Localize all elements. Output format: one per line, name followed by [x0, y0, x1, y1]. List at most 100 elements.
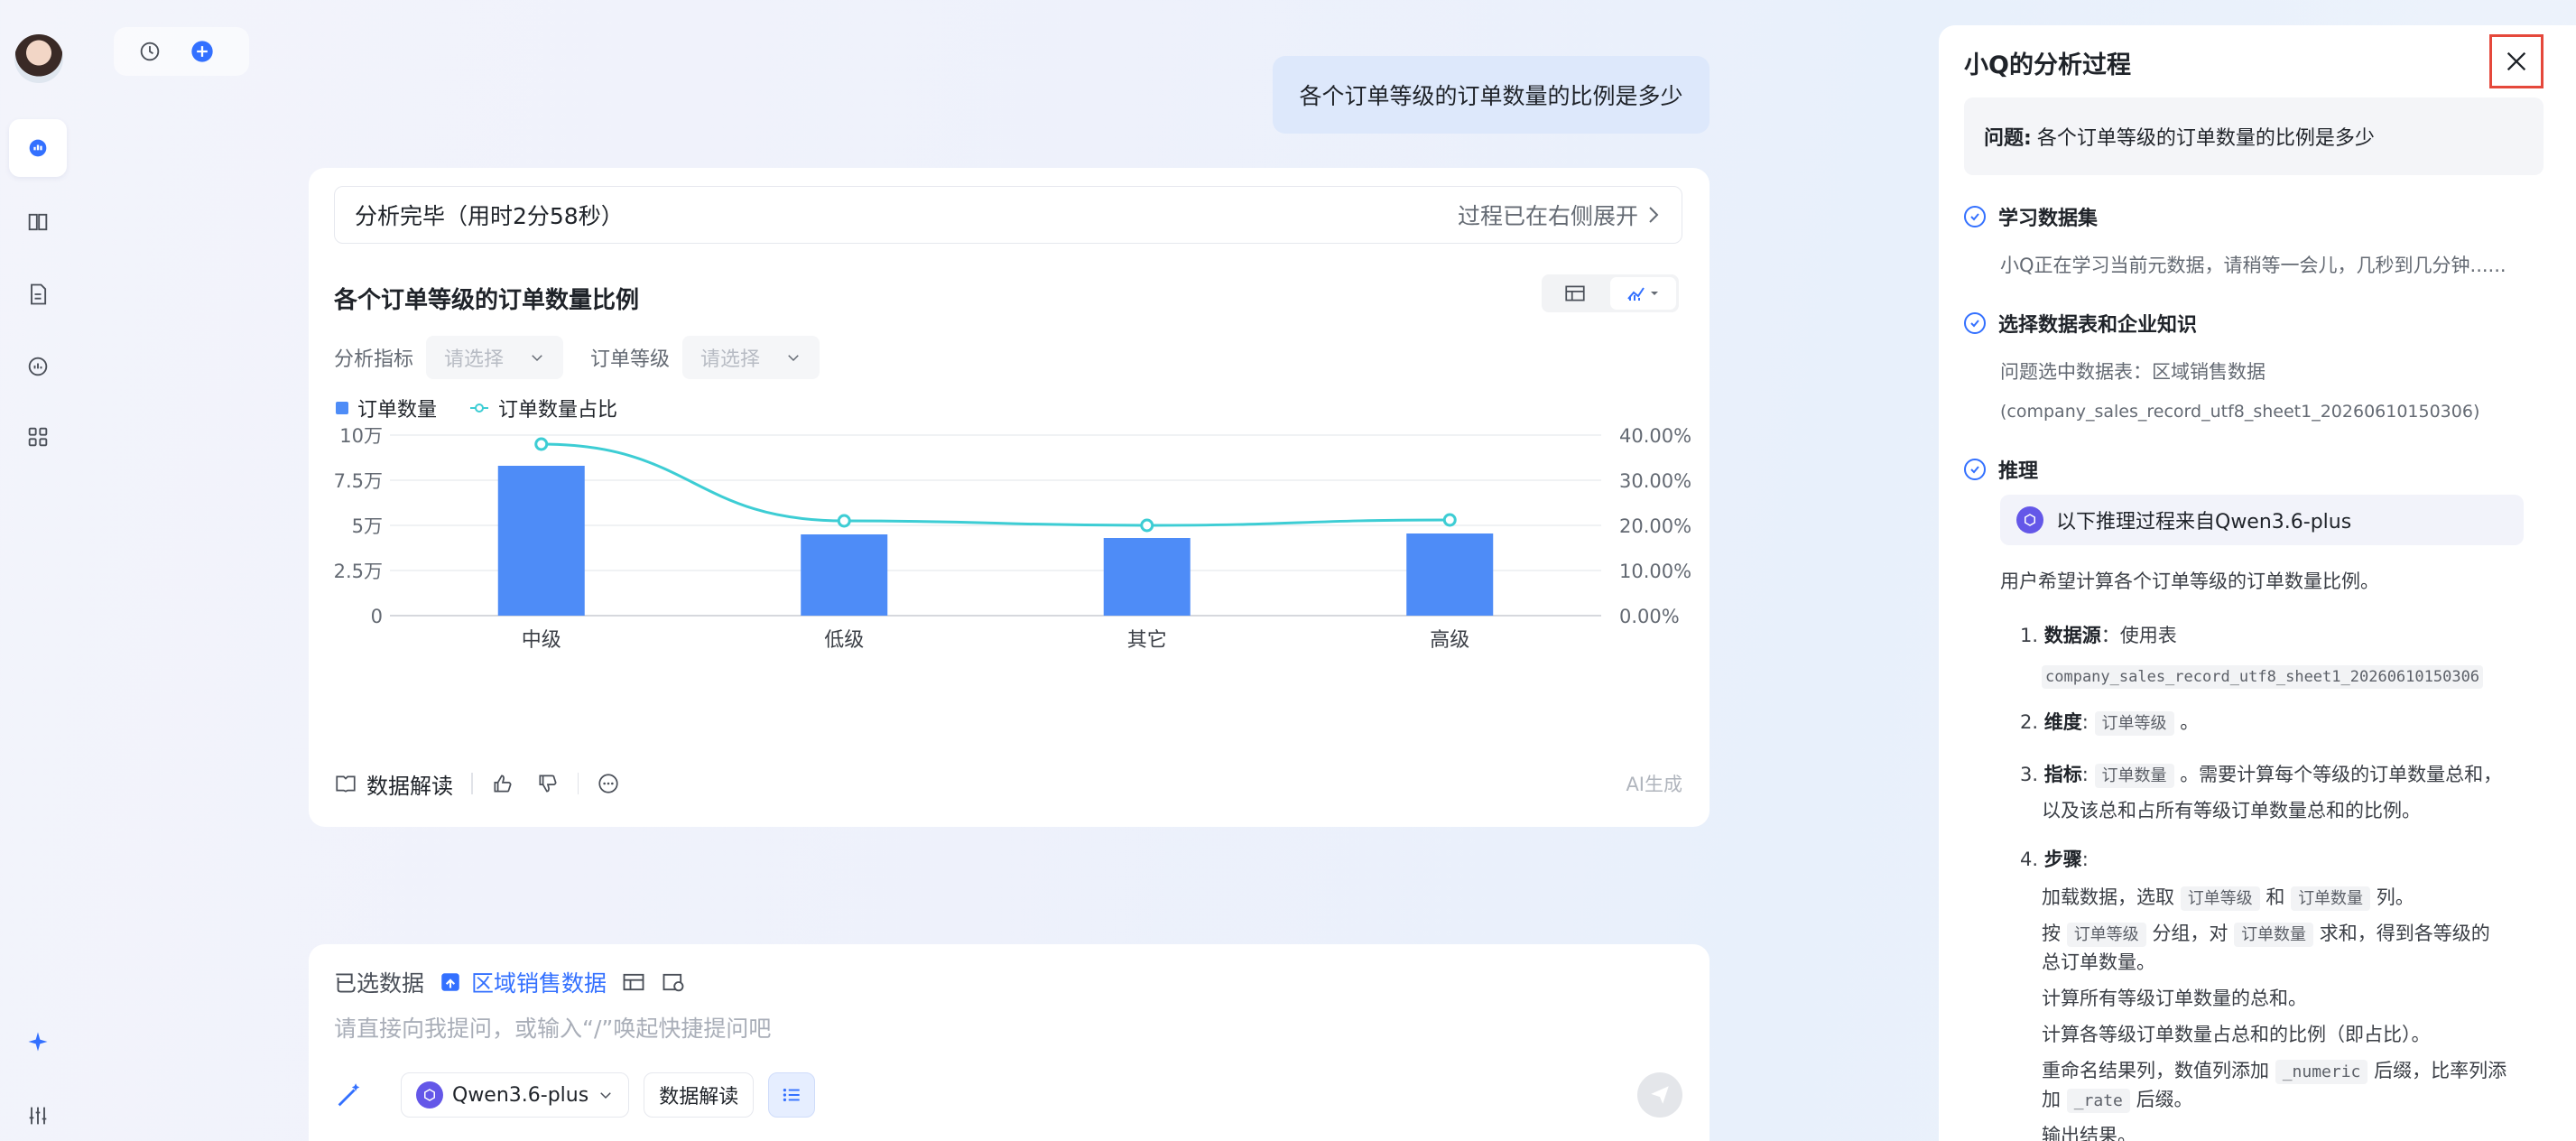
chat-nav-button[interactable]: [9, 119, 67, 177]
legend-item-bar[interactable]: 订单数量: [336, 394, 437, 422]
thumbs-down-icon[interactable]: [536, 772, 560, 795]
qwen-logo-icon: [2016, 506, 2043, 533]
thumbs-up-icon[interactable]: [491, 772, 514, 795]
avatar[interactable]: [14, 34, 63, 83]
interpret-button[interactable]: 数据解读: [334, 768, 453, 800]
reason-item-1-code: company_sales_record_utf8_sheet1_2026061…: [2042, 657, 2484, 695]
ai-sparkle-button[interactable]: [9, 1013, 67, 1071]
y-right-tick-label: 20.00%: [1619, 515, 1691, 537]
analysis-status-bar[interactable]: 分析完毕（用时2分58秒） 过程已在右侧展开: [334, 186, 1682, 244]
step-line: 计算所有等级订单数量的总和。: [2042, 988, 2307, 1009]
left-rail: [0, 0, 78, 1141]
top-toolbar: [114, 27, 249, 76]
apps-nav-button[interactable]: [9, 408, 67, 466]
model-source-chip: 以下推理过程来自Qwen3.6-plus: [2000, 495, 2524, 545]
panel-title: 小Q的分析过程: [1964, 51, 2131, 79]
view-toggle: [1542, 274, 1679, 312]
model-select[interactable]: Qwen3.6-plus: [401, 1072, 630, 1118]
chart-title: 各个订单等级的订单数量比例: [334, 287, 640, 314]
y-right-tick-label: 10.00%: [1619, 561, 1691, 582]
ratio-point-1: [837, 514, 851, 528]
step-title: 学习数据集: [1998, 208, 2099, 230]
model-name: Qwen3.6-plus: [452, 1083, 589, 1107]
step-body-line: 问题选中数据表：区域销售数据: [2000, 361, 2266, 383]
ratio-point-2: [1140, 518, 1154, 533]
source-chip-label: 以下推理过程来自Qwen3.6-plus: [2056, 511, 2352, 533]
book-open-icon: [336, 775, 356, 793]
check-icon: [1964, 459, 1986, 480]
legend-bar-label: 订单数量: [357, 399, 438, 422]
dataset-chip[interactable]: 区域销售数据: [439, 966, 607, 998]
bar-3: [1406, 533, 1494, 616]
qwen-logo-icon: [416, 1081, 443, 1109]
book-nav-button[interactable]: [9, 193, 67, 251]
composer-tools: Qwen3.6-plus 数据解读: [334, 1072, 816, 1118]
history-icon[interactable]: [137, 39, 162, 64]
step-body: 小Q正在学习当前元数据，请稍等一会儿，几秒到几分钟......: [2000, 255, 2507, 276]
analysis-panel: 小Q的分析过程 问题: 各个订单等级的订单数量的比例是多少 学习数据集 小Q正在…: [1939, 25, 2576, 1141]
y-right-tick-label: 0.00%: [1619, 606, 1680, 627]
user-message: 各个订单等级的订单数量的比例是多少: [1273, 56, 1710, 134]
process-link[interactable]: 过程已在右侧展开: [1458, 199, 1662, 231]
question-label: 问题:: [1984, 127, 2032, 150]
x-tick-label: 高级: [1430, 629, 1469, 652]
ratio-point-3: [1442, 513, 1457, 527]
magic-wand-icon[interactable]: [334, 1080, 365, 1110]
legend-line-label: 订单数量占比: [498, 399, 618, 422]
metric-filter-select[interactable]: 请选择: [426, 336, 564, 379]
dataset-icon: [441, 973, 459, 991]
apps-grid-icon: [28, 427, 48, 447]
card-footer: 数据解读 AI生成: [334, 764, 1682, 803]
metric-filter-label: 分析指标: [334, 348, 414, 371]
data-settings-icon[interactable]: [661, 969, 686, 995]
send-button[interactable]: [1637, 1072, 1682, 1118]
list-mode-button[interactable]: [768, 1072, 816, 1118]
data-table-icon[interactable]: [621, 969, 646, 995]
table-icon: [1564, 285, 1585, 301]
selected-data-row: 已选数据 区域销售数据: [334, 966, 686, 998]
reason-intro: 用户希望计算各个订单等级的订单数量比例。: [2000, 570, 2379, 592]
prompt-input[interactable]: 请直接向我提问，或输入“/”唤起快捷提问吧: [334, 1011, 771, 1044]
step-line: 计算各等级订单数量占总和的比例（即占比）。: [2042, 1024, 2431, 1045]
send-icon: [1651, 1086, 1669, 1104]
y-left-tick-label: 0: [371, 606, 383, 627]
step-learn: 学习数据集 小Q正在学习当前元数据，请稍等一会儿，几秒到几分钟......: [1964, 202, 2551, 285]
chart-type-icon: [1626, 287, 1658, 301]
ai-generated-tag: AI生成: [1626, 774, 1682, 795]
settings-button[interactable]: [9, 1087, 67, 1141]
y-right-tick-label: 40.00%: [1619, 425, 1691, 447]
level-filter-label: 订单等级: [590, 348, 671, 371]
divider: [471, 773, 473, 794]
step-title: 推理: [1998, 460, 2039, 483]
analytics-icon: [28, 357, 48, 376]
reason-item-2: 2. 维度: 订单等级 。: [2020, 704, 2199, 742]
step-line: 输出结果。: [2042, 1125, 2136, 1141]
close-panel-button[interactable]: [2489, 34, 2544, 88]
bar-2: [1103, 538, 1191, 616]
process-link-label: 过程已在右侧展开: [1457, 203, 1638, 229]
report-nav-button[interactable]: [9, 265, 67, 323]
check-icon: [1964, 206, 1986, 227]
chart-legend: 订单数量 订单数量占比: [336, 394, 617, 422]
table-view-button[interactable]: [1542, 274, 1608, 312]
step-body-line: (company_sales_record_utf8_sheet1_202606…: [2000, 402, 2480, 422]
chart-filters: 分析指标 请选择 订单等级 请选择: [334, 336, 847, 379]
ratio-point-0: [534, 437, 549, 451]
x-tick-label: 其它: [1127, 629, 1167, 652]
divider: [577, 773, 579, 794]
new-chat-icon[interactable]: [190, 39, 215, 64]
chevron-down-icon: [600, 1092, 611, 1099]
check-icon: [1964, 312, 1986, 334]
x-tick-label: 中级: [522, 629, 561, 652]
metric-filter-placeholder: 请选择: [444, 348, 505, 371]
interpret-toggle-button[interactable]: 数据解读: [644, 1072, 755, 1118]
chart-view-button[interactable]: [1610, 277, 1676, 310]
analytics-nav-button[interactable]: [9, 338, 67, 395]
reason-item-1: 1. 数据源：使用表: [2020, 625, 2177, 646]
chevron-down-icon: [532, 355, 542, 362]
level-filter-select[interactable]: 请选择: [682, 336, 820, 379]
status-text: 分析完毕（用时2分58秒）: [355, 203, 624, 229]
legend-item-line[interactable]: 订单数量占比: [469, 394, 617, 422]
selected-data-label: 已选数据: [334, 970, 425, 997]
more-icon[interactable]: [597, 772, 620, 795]
